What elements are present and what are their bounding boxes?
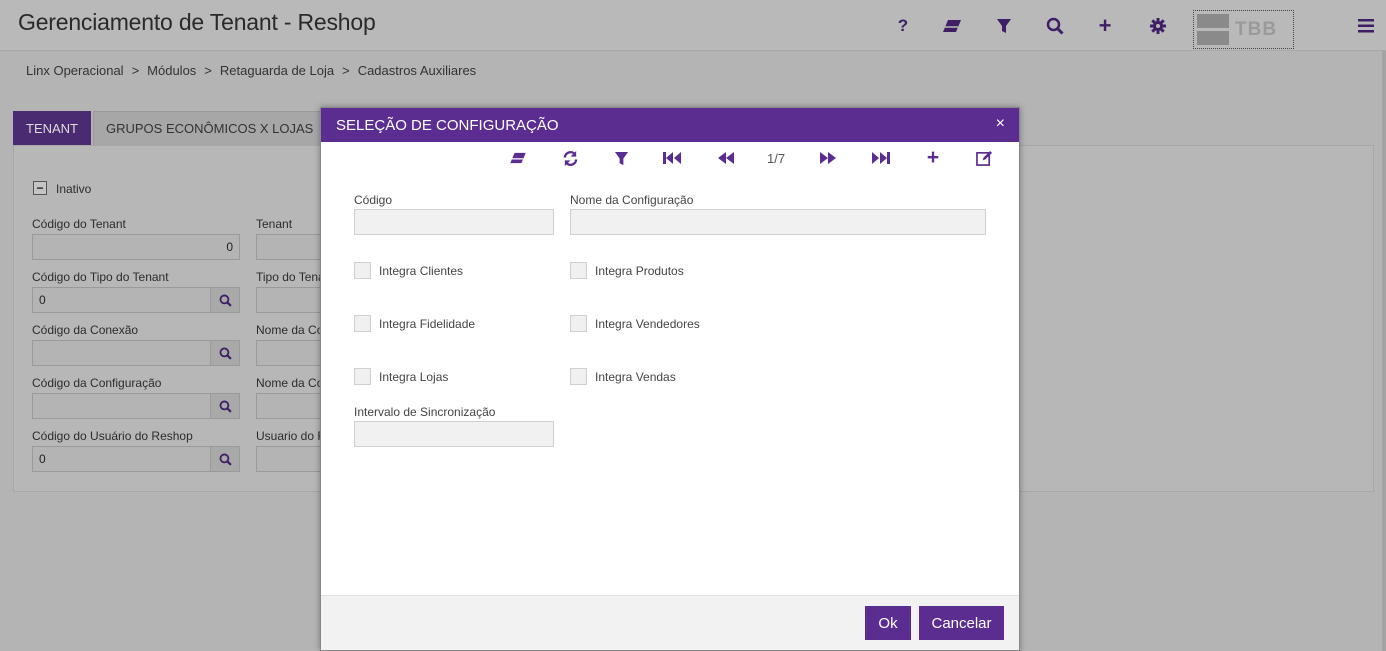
breadcrumb-separator: > xyxy=(204,63,212,78)
codigo-input[interactable] xyxy=(354,209,554,235)
codigo-usuario-input[interactable]: 0 xyxy=(32,446,211,472)
filter-icon[interactable] xyxy=(609,146,633,170)
nome-conexao-input[interactable] xyxy=(256,340,326,366)
integra-lojas-label: Integra Lojas xyxy=(379,370,449,384)
tipo-input[interactable] xyxy=(256,287,326,313)
search-icon xyxy=(219,453,232,466)
tenant-input[interactable] xyxy=(256,234,326,260)
integra-lojas-checkbox[interactable] xyxy=(354,368,371,385)
codigo-usuario-label: Código do Usuário do Reshop xyxy=(32,429,193,443)
plus-icon[interactable]: + xyxy=(921,146,945,170)
first-record-icon[interactable] xyxy=(660,146,684,170)
codigo-tenant-input[interactable]: 0 xyxy=(32,234,240,260)
tenant-label: Tenant xyxy=(256,217,293,231)
gear-icon[interactable] xyxy=(1145,13,1171,39)
lookup-conexao-button[interactable] xyxy=(210,340,240,366)
refresh-icon[interactable] xyxy=(558,146,582,170)
codigo-conexao-label: Código da Conexão xyxy=(32,323,139,337)
breadcrumb-separator: > xyxy=(131,63,140,78)
nome-config-input[interactable] xyxy=(256,393,326,419)
integra-fidelidade-checkbox[interactable] xyxy=(354,315,371,332)
codigo-label: Código xyxy=(354,193,393,207)
dialog-toolbar: 1/7 + xyxy=(321,142,1019,174)
dialog-title: SELEÇÃO DE CONFIGURAÇÃO xyxy=(336,116,559,134)
inativo-checkbox[interactable]: − xyxy=(33,181,47,195)
last-record-icon[interactable] xyxy=(869,146,893,170)
filter-icon[interactable] xyxy=(991,13,1017,39)
cancel-button[interactable]: Cancelar xyxy=(919,606,1004,640)
search-icon xyxy=(219,400,232,413)
page-title: Gerenciamento de Tenant - Reshop xyxy=(18,9,376,35)
nome-configuracao-label: Nome da Configuração xyxy=(570,193,694,207)
codigo-conexao-input[interactable] xyxy=(32,340,211,366)
next-record-icon[interactable] xyxy=(816,146,840,170)
record-pager: 1/7 xyxy=(767,151,786,166)
breadcrumb-item[interactable]: Linx Operacional xyxy=(26,63,124,78)
codigo-tipo-label: Código do Tipo do Tenant xyxy=(32,270,169,284)
codigo-config-input[interactable] xyxy=(32,393,211,419)
help-icon[interactable]: ? xyxy=(890,13,916,39)
tab-grupos-economicos[interactable]: GRUPOS ECONÔMICOS X LOJAS xyxy=(93,111,327,145)
search-icon xyxy=(219,294,232,307)
codigo-config-label: Código da Configuração xyxy=(32,376,162,390)
page-scrollbar[interactable] xyxy=(1382,51,1386,651)
edit-icon[interactable] xyxy=(972,146,996,170)
eraser-icon[interactable] xyxy=(939,13,965,39)
tab-bar: TENANT GRUPOS ECONÔMICOS X LOJAS A xyxy=(13,111,365,145)
dialog-footer: Ok Cancelar xyxy=(321,595,1019,650)
integra-produtos-label: Integra Produtos xyxy=(595,264,684,278)
breadcrumb-item[interactable]: Cadastros Auxiliares xyxy=(358,63,477,78)
integra-vendas-label: Integra Vendas xyxy=(595,370,676,384)
integra-fidelidade-label: Integra Fidelidade xyxy=(379,317,476,331)
previous-record-icon[interactable] xyxy=(714,146,738,170)
intervalo-input[interactable] xyxy=(354,421,554,447)
close-icon[interactable]: × xyxy=(996,115,1005,133)
breadcrumb-item[interactable]: Módulos xyxy=(147,63,196,78)
intervalo-label: Intervalo de Sincronização xyxy=(354,405,496,419)
integra-vendas-checkbox[interactable] xyxy=(570,368,587,385)
integra-produtos-checkbox[interactable] xyxy=(570,262,587,279)
integra-clientes-checkbox[interactable] xyxy=(354,262,371,279)
lookup-usuario-button[interactable] xyxy=(210,446,240,472)
lookup-tipo-button[interactable] xyxy=(210,287,240,313)
top-bar: Gerenciamento de Tenant - Reshop ? + TBB xyxy=(0,0,1386,51)
breadcrumb: Linx Operacional > Módulos > Retaguarda … xyxy=(26,63,476,78)
nome-configuracao-input[interactable] xyxy=(570,209,986,235)
codigo-tenant-label: Código do Tenant xyxy=(32,217,126,231)
config-selection-dialog: SELEÇÃO DE CONFIGURAÇÃO × 1/7 + Código N… xyxy=(320,107,1020,651)
search-icon xyxy=(219,347,232,360)
logo-text: TBB xyxy=(1235,18,1278,40)
breadcrumb-separator: > xyxy=(342,63,350,78)
breadcrumb-item[interactable]: Retaguarda de Loja xyxy=(220,63,334,78)
codigo-tipo-input[interactable]: 0 xyxy=(32,287,211,313)
dialog-header: SELEÇÃO DE CONFIGURAÇÃO × xyxy=(321,108,1019,142)
usuario-input[interactable] xyxy=(256,446,326,472)
eraser-icon[interactable] xyxy=(506,146,530,170)
ok-button[interactable]: Ok xyxy=(865,606,911,640)
menu-icon[interactable] xyxy=(1353,13,1379,39)
lookup-config-button[interactable] xyxy=(210,393,240,419)
search-icon[interactable] xyxy=(1042,13,1068,39)
inativo-label: Inativo xyxy=(56,182,92,196)
integra-clientes-label: Integra Clientes xyxy=(379,264,464,278)
plus-icon[interactable]: + xyxy=(1092,13,1118,39)
tab-tenant[interactable]: TENANT xyxy=(13,111,91,145)
integra-vendedores-label: Integra Vendedores xyxy=(595,317,700,331)
company-logo: TBB xyxy=(1193,10,1294,49)
integra-vendedores-checkbox[interactable] xyxy=(570,315,587,332)
